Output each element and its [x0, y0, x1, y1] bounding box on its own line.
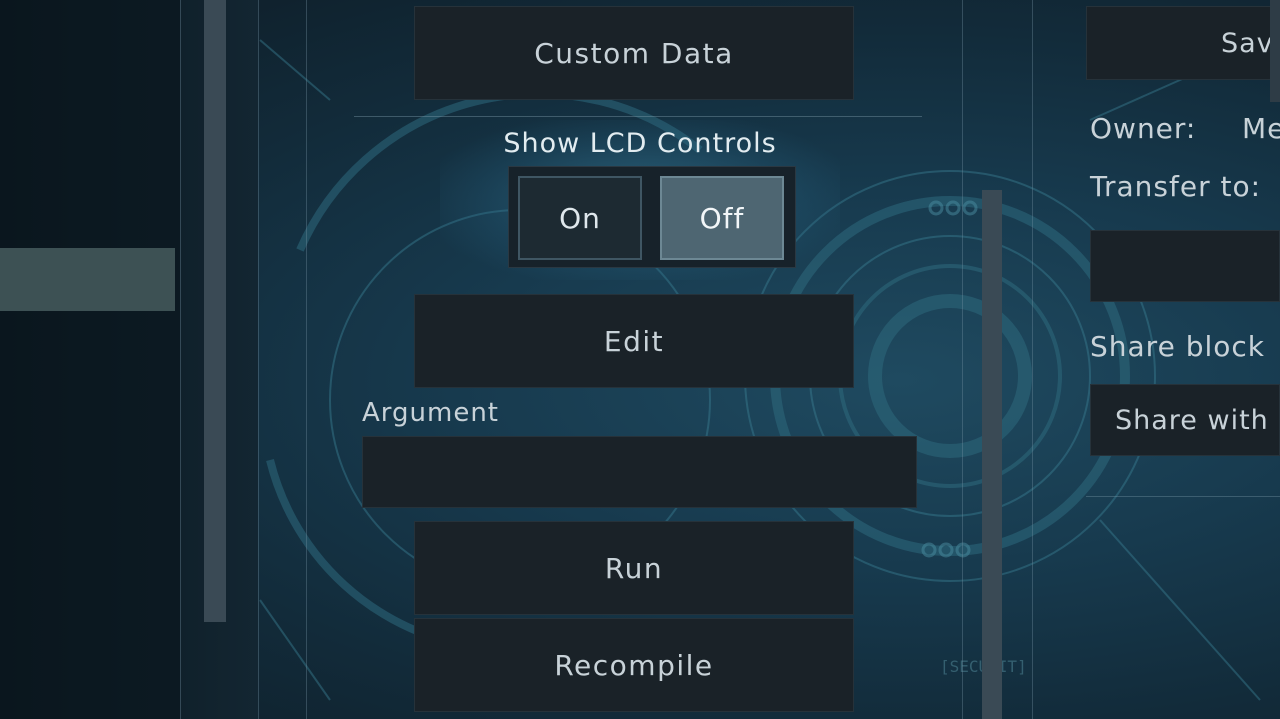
section-divider — [354, 116, 922, 117]
divider-line — [962, 0, 963, 719]
divider-line — [180, 0, 181, 719]
toggle-off-button[interactable]: Off — [660, 176, 784, 260]
left-scrollbar[interactable] — [204, 0, 226, 622]
edit-button[interactable]: Edit — [414, 294, 854, 388]
owner-value: Me — [1242, 112, 1280, 145]
owner-label: Owner: — [1090, 112, 1197, 145]
toggle-on-button[interactable]: On — [518, 176, 642, 260]
save-button-label: Sav — [1221, 27, 1274, 59]
share-with-dropdown[interactable]: Share with — [1090, 384, 1280, 456]
right-scrollbar[interactable] — [1270, 0, 1280, 102]
lcd-controls-label: Show LCD Controls — [503, 128, 777, 159]
share-with-label: Share with — [1115, 404, 1269, 436]
recompile-button[interactable]: Recompile — [414, 618, 854, 712]
transfer-to-dropdown[interactable] — [1090, 230, 1280, 302]
run-button[interactable]: Run — [414, 521, 854, 615]
middle-scrollbar[interactable] — [982, 190, 1002, 719]
save-button[interactable]: Sav — [1086, 6, 1280, 80]
divider-line — [306, 0, 307, 719]
share-block-label: Share block — [1090, 330, 1265, 363]
divider-line — [1032, 0, 1033, 719]
terminal-screen: [SECURIT] Custom Data Show LCD Controls … — [0, 0, 1280, 719]
divider-line — [258, 0, 259, 719]
argument-label: Argument — [362, 398, 499, 428]
argument-input[interactable] — [362, 436, 917, 508]
selected-list-item[interactable] — [0, 248, 175, 311]
section-divider — [1086, 496, 1280, 497]
transfer-to-label: Transfer to: — [1090, 170, 1262, 203]
custom-data-button[interactable]: Custom Data — [414, 6, 854, 100]
